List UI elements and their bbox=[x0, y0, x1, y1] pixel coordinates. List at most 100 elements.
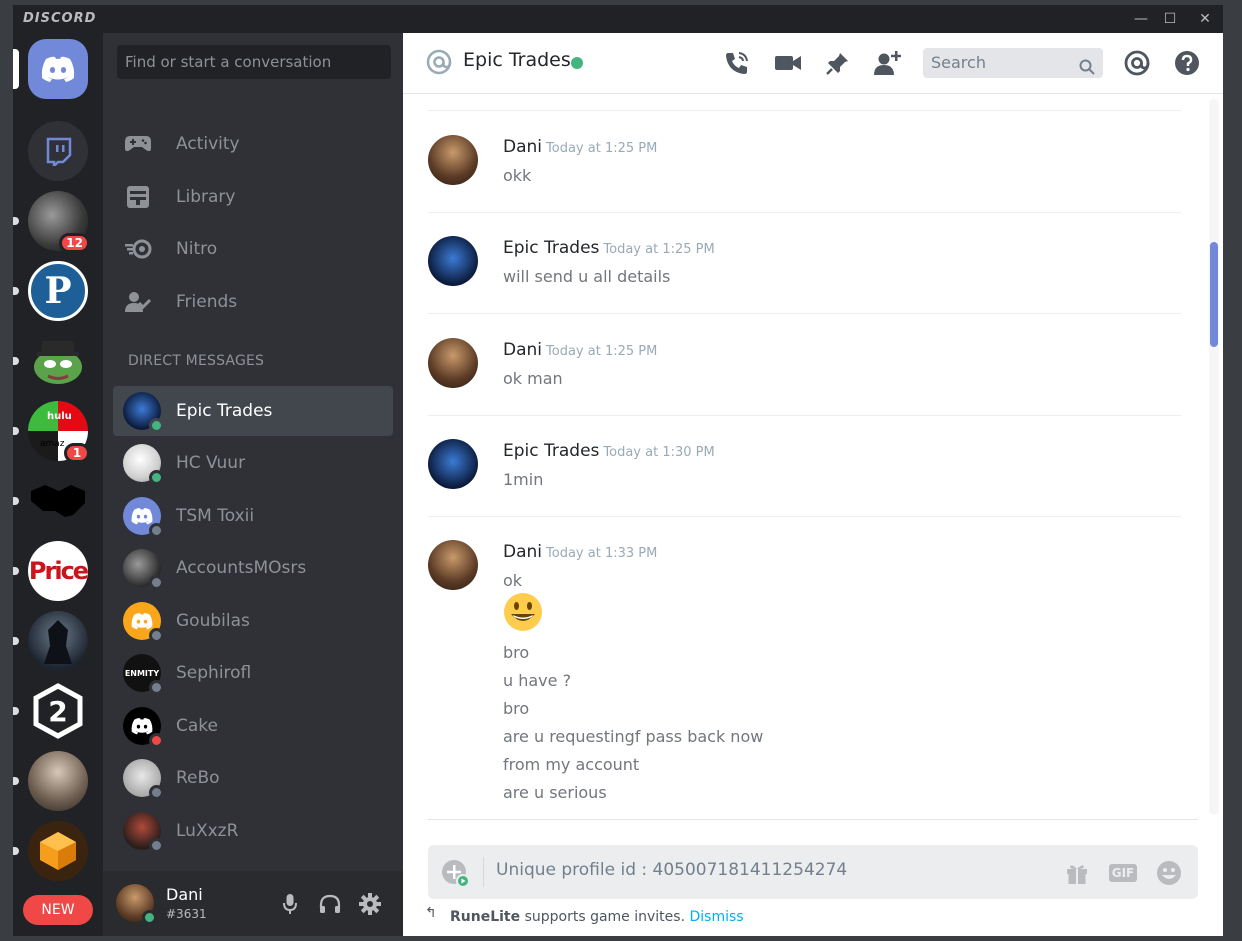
close-button[interactable]: ✕ bbox=[1193, 9, 1217, 29]
server-moon[interactable]: 12 bbox=[13, 191, 90, 253]
dm-cake[interactable]: Cake bbox=[113, 701, 393, 751]
author-name[interactable]: Dani bbox=[503, 340, 542, 360]
smiley-emoji-icon bbox=[503, 592, 543, 636]
dm-sephirofl[interactable]: ENMITY Sephirofl bbox=[113, 648, 393, 698]
invite-text: supports game invites. bbox=[520, 909, 690, 925]
unread-indicator bbox=[13, 777, 19, 785]
message-divider bbox=[428, 110, 1181, 111]
dm-accountsmosrs[interactable]: AccountsMOsrs bbox=[113, 543, 393, 593]
server-handshake[interactable] bbox=[13, 471, 88, 531]
nav-friends-label: Friends bbox=[176, 292, 238, 312]
message-header: Dani Today at 1:25 PM bbox=[503, 137, 657, 157]
dm-name: HC Vuur bbox=[176, 453, 246, 473]
twitch-icon bbox=[28, 121, 88, 181]
discord-default-avatar-icon bbox=[131, 613, 153, 630]
server-list: 12 P hulu amaz 1 Price 2 NEW bbox=[13, 33, 103, 936]
corner-arrow-icon: ↰ bbox=[425, 905, 437, 921]
server-hulu[interactable]: hulu amaz 1 bbox=[13, 401, 90, 463]
user-panel: Dani #3631 bbox=[103, 871, 403, 936]
server-knight[interactable] bbox=[13, 611, 88, 671]
direct-messages-header: DIRECT MESSAGES bbox=[128, 353, 265, 369]
server-pepe[interactable] bbox=[13, 331, 88, 391]
message-divider bbox=[428, 313, 1181, 314]
offline-status-dot bbox=[149, 628, 164, 643]
dm-rebo[interactable]: ReBo bbox=[113, 753, 393, 803]
minimize-button[interactable]: — bbox=[1129, 9, 1153, 29]
offline-status-dot bbox=[149, 680, 164, 695]
server-person[interactable] bbox=[13, 751, 88, 811]
dm-name: Sephirofl bbox=[176, 663, 252, 683]
author-name[interactable]: Epic Trades bbox=[503, 238, 599, 258]
hexagon-2-icon: 2 bbox=[28, 681, 88, 741]
author-avatar[interactable] bbox=[428, 236, 478, 286]
dm-epic-trades[interactable]: Epic Trades bbox=[113, 386, 393, 436]
user-avatar[interactable] bbox=[116, 884, 157, 925]
timestamp: Today at 1:25 PM bbox=[603, 242, 715, 257]
gift-icon[interactable] bbox=[1063, 859, 1091, 887]
author-avatar[interactable] bbox=[428, 135, 478, 185]
nav-friends[interactable]: Friends bbox=[113, 280, 393, 324]
search-input[interactable]: Search bbox=[923, 48, 1103, 78]
microphone-icon[interactable] bbox=[279, 893, 301, 915]
message-divider bbox=[428, 212, 1181, 213]
chat-header: Epic Trades Search bbox=[403, 33, 1223, 94]
author-name[interactable]: Epic Trades bbox=[503, 441, 599, 461]
nav-library-label: Library bbox=[176, 187, 236, 207]
dm-avatar bbox=[123, 759, 164, 800]
upload-plus-icon[interactable] bbox=[442, 860, 470, 888]
library-icon bbox=[123, 185, 153, 209]
dm-luxxzr[interactable]: LuXxzR bbox=[113, 806, 393, 856]
nav-activity[interactable]: Activity bbox=[113, 122, 393, 166]
dismiss-link[interactable]: Dismiss bbox=[689, 909, 743, 925]
new-servers-pill[interactable]: NEW bbox=[23, 895, 93, 925]
start-video-call-icon[interactable] bbox=[774, 49, 802, 77]
find-conversation-input[interactable]: Find or start a conversation bbox=[117, 45, 391, 79]
server-cube[interactable] bbox=[13, 821, 88, 881]
help-icon[interactable] bbox=[1173, 49, 1201, 77]
p-server-icon: P bbox=[28, 261, 88, 321]
home-button[interactable] bbox=[13, 39, 88, 99]
channel-title: Epic Trades bbox=[463, 49, 571, 71]
dm-goubilas[interactable]: Goubilas bbox=[113, 596, 393, 646]
add-friends-to-dm-icon[interactable] bbox=[874, 49, 902, 77]
start-voice-call-icon[interactable] bbox=[723, 49, 751, 77]
title-bar: DISCORD — ☐ ✕ bbox=[13, 5, 1223, 33]
server-p[interactable]: P bbox=[13, 261, 88, 321]
message-input[interactable]: Unique profile id : 405007181411254274 bbox=[496, 860, 847, 880]
author-name[interactable]: Dani bbox=[503, 137, 542, 157]
settings-gear-icon[interactable] bbox=[359, 893, 381, 915]
message-group: Dani Today at 1:25 PM ok man bbox=[428, 338, 1181, 408]
author-avatar[interactable] bbox=[428, 540, 478, 590]
handshake-icon bbox=[28, 471, 88, 531]
user-discriminator: #3631 bbox=[166, 907, 207, 921]
message-text: u have ? bbox=[503, 671, 572, 690]
server-2[interactable]: 2 bbox=[13, 681, 88, 741]
mentions-icon[interactable] bbox=[1123, 49, 1151, 77]
dm-tsm-toxii[interactable]: TSM Toxii bbox=[113, 491, 393, 541]
maximize-button[interactable]: ☐ bbox=[1158, 9, 1182, 29]
gif-button[interactable]: GIF bbox=[1107, 859, 1139, 887]
author-avatar[interactable] bbox=[428, 338, 478, 388]
online-status-dot bbox=[142, 910, 157, 925]
dm-avatar: ENMITY bbox=[123, 654, 164, 695]
offline-status-dot bbox=[149, 575, 164, 590]
emoji-picker-icon[interactable] bbox=[1155, 859, 1183, 887]
server-price[interactable]: Price bbox=[13, 541, 88, 601]
unread-indicator bbox=[13, 567, 19, 575]
timestamp: Today at 1:25 PM bbox=[546, 141, 658, 156]
dnd-status-dot bbox=[149, 733, 164, 748]
scrollbar-thumb[interactable] bbox=[1210, 242, 1218, 347]
pinned-messages-icon[interactable] bbox=[824, 49, 852, 77]
author-name[interactable]: Dani bbox=[503, 542, 542, 562]
nav-nitro[interactable]: Nitro bbox=[113, 227, 393, 271]
server-twitch[interactable] bbox=[28, 121, 88, 181]
scrollbar-track[interactable] bbox=[1209, 99, 1219, 815]
person-server-icon bbox=[28, 751, 88, 811]
dm-hc-vuur[interactable]: HC Vuur bbox=[113, 438, 393, 488]
author-avatar[interactable] bbox=[428, 439, 478, 489]
headphones-icon[interactable] bbox=[319, 893, 341, 915]
message-text: ok bbox=[503, 571, 523, 590]
gif-label: GIF bbox=[1108, 864, 1138, 882]
nav-library[interactable]: Library bbox=[113, 175, 393, 219]
dm-avatar bbox=[123, 602, 164, 643]
